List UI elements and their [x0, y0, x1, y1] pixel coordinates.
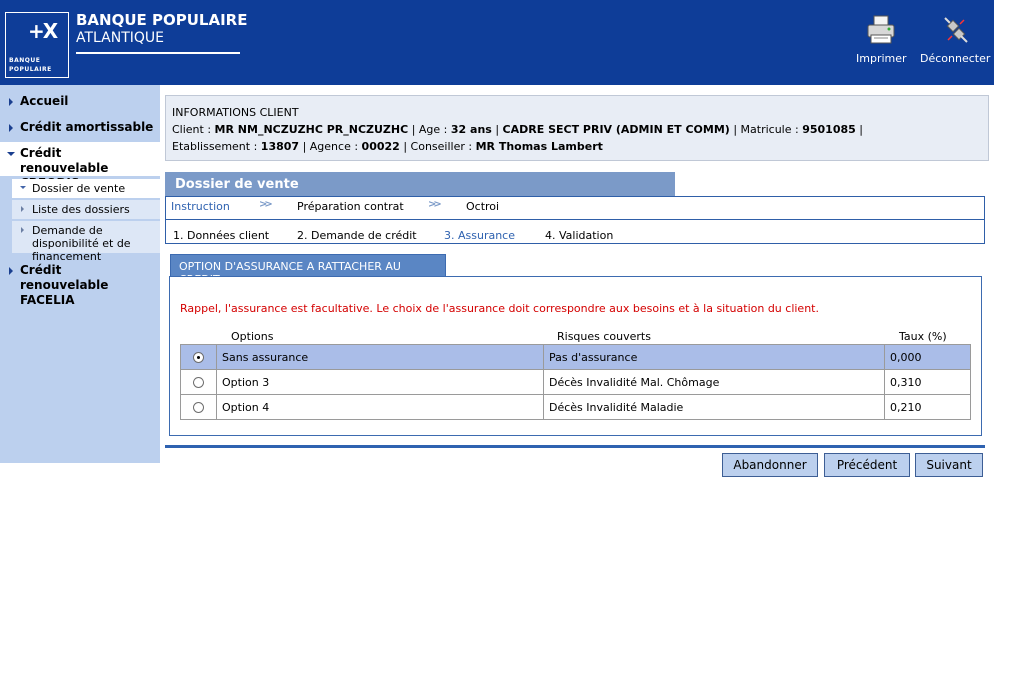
chevron-down-icon — [7, 152, 15, 156]
table-row[interactable]: Option 4 Décès Invalidité Maladie 0,210 — [180, 394, 971, 420]
chevron-right-icon — [9, 98, 13, 106]
client-info-line-identity: Client : MR NM_NCZUZHC PR_NCZUZHC | Age … — [172, 123, 863, 136]
rate-cell: 0,310 — [884, 369, 971, 395]
dossier-title: Dossier de vente — [175, 177, 299, 192]
client-matricule: 9501085 — [802, 123, 856, 136]
double-chevron-right-icon: >> — [259, 199, 273, 210]
sidebar-subitem-label: Dossier de vente — [32, 182, 126, 195]
disconnect-plug-icon — [944, 17, 968, 43]
radio-cell[interactable] — [180, 369, 217, 395]
logo-mark-icon: +X — [28, 19, 58, 43]
bank-name-underline — [76, 52, 240, 54]
client-info-title: INFORMATIONS CLIENT — [172, 106, 299, 119]
conseiller-value: MR Thomas Lambert — [475, 140, 603, 153]
banque-populaire-logo: +X BANQUE POPULAIRE — [5, 12, 69, 78]
steps-divider — [166, 219, 984, 220]
matricule-label: | Matricule : — [729, 123, 803, 136]
logout-button[interactable]: Déconnecter — [920, 14, 990, 65]
risks-cell: Décès Invalidité Mal. Chômage — [543, 369, 885, 395]
dossier-title-bar: Dossier de vente — [165, 172, 675, 196]
abandon-button[interactable]: Abandonner — [722, 453, 818, 477]
sidebar-item-label: Crédit amortissable — [20, 120, 154, 134]
agence-value: 00022 — [361, 140, 400, 153]
radio-cell[interactable] — [180, 344, 217, 370]
column-header-options: Options — [231, 330, 274, 343]
chevron-right-icon — [9, 267, 13, 275]
separator: | — [855, 123, 863, 136]
bottom-divider — [165, 445, 985, 448]
phase-preparation-contrat[interactable]: Préparation contrat — [297, 200, 404, 213]
logout-label: Déconnecter — [920, 52, 991, 65]
sidebar-subitem-label: Liste des dossiers — [32, 203, 130, 216]
client-info-panel: INFORMATIONS CLIENT Client : MR NM_NCZUZ… — [165, 95, 989, 161]
bank-name-line1: BANQUE POPULAIRE — [76, 11, 248, 29]
option-radio[interactable] — [193, 402, 204, 413]
client-label: Client : — [172, 123, 215, 136]
previous-button[interactable]: Précédent — [824, 453, 910, 477]
sidebar-subitem-liste-des-dossiers[interactable]: Liste des dossiers — [12, 200, 160, 219]
chevron-down-icon — [20, 186, 26, 189]
insurance-section-tab: OPTION D'ASSURANCE A RATTACHER AU CREDIT — [170, 254, 446, 286]
logo-text-top: BANQUE — [9, 57, 41, 64]
sidebar-item-credit-creodis[interactable]: Crédit renouvelable CREODIS — [0, 146, 160, 190]
sidebar-subitem-dossier-de-vente[interactable]: Dossier de vente — [12, 179, 160, 198]
client-info-line-agency: Etablissement : 13807 | Agence : 00022 |… — [172, 140, 603, 153]
sidebar-subitem-label: Demande de disponibilité et de financeme… — [32, 224, 131, 263]
printer-icon — [867, 15, 895, 44]
chevron-right-icon — [21, 227, 24, 233]
next-button[interactable]: Suivant — [915, 453, 983, 477]
option-radio[interactable] — [193, 377, 204, 388]
client-age: 32 ans — [450, 123, 492, 136]
conseiller-label: | Conseiller : — [399, 140, 476, 153]
sidebar-item-credit-amortissable[interactable]: Crédit amortissable — [0, 120, 160, 138]
rate-cell: 0,210 — [884, 394, 971, 420]
phase-instruction[interactable]: Instruction — [171, 200, 230, 213]
step-assurance[interactable]: 3. Assurance — [444, 229, 515, 242]
risks-cell: Pas d'assurance — [543, 344, 885, 370]
radio-cell[interactable] — [180, 394, 217, 420]
separator: | — [491, 123, 503, 136]
step-demande-credit[interactable]: 2. Demande de crédit — [297, 229, 417, 242]
step-validation[interactable]: 4. Validation — [545, 229, 613, 242]
option-cell: Option 4 — [216, 394, 544, 420]
print-button[interactable]: Imprimer — [856, 14, 907, 65]
sidebar-item-label: Accueil — [20, 94, 69, 108]
rate-cell: 0,000 — [884, 344, 971, 370]
sidebar-item-credit-facelia[interactable]: Crédit renouvelable FACELIA — [0, 263, 160, 307]
insurance-reminder: Rappel, l'assurance est facultative. Le … — [180, 302, 819, 315]
sidebar-subitem-demande-disponibilite[interactable]: Demande de disponibilité et de financeme… — [12, 221, 160, 263]
agence-label: | Agence : — [299, 140, 362, 153]
insurance-options-table: Sans assurance Pas d'assurance 0,000 Opt… — [180, 344, 971, 420]
client-profession: CADRE SECT PRIV (ADMIN ET COMM) — [502, 123, 730, 136]
column-header-risques: Risques couverts — [557, 330, 651, 343]
sidebar-item-label: Crédit renouvelable FACELIA — [20, 263, 109, 307]
step-donnees-client[interactable]: 1. Données client — [173, 229, 269, 242]
client-name: MR NM_NCZUZHC PR_NCZUZHC — [214, 123, 409, 136]
risks-cell: Décès Invalidité Maladie — [543, 394, 885, 420]
insurance-options-panel: Rappel, l'assurance est facultative. Le … — [169, 276, 982, 436]
table-row[interactable]: Option 3 Décès Invalidité Mal. Chômage 0… — [180, 369, 971, 395]
column-header-taux: Taux (%) — [899, 330, 947, 343]
double-chevron-right-icon: >> — [428, 199, 442, 210]
option-cell: Sans assurance — [216, 344, 544, 370]
phase-octroi[interactable]: Octroi — [466, 200, 499, 213]
chevron-right-icon — [9, 124, 13, 132]
etablissement-value: 13807 — [260, 140, 300, 153]
chevron-right-icon — [21, 206, 24, 212]
logo-text-bottom: POPULAIRE — [9, 66, 52, 73]
print-label: Imprimer — [856, 52, 907, 65]
sidebar-item-accueil[interactable]: Accueil — [0, 94, 160, 112]
table-row[interactable]: Sans assurance Pas d'assurance 0,000 — [180, 344, 971, 370]
age-label: | Age : — [408, 123, 451, 136]
bank-name-line2: ATLANTIQUE — [76, 30, 165, 46]
option-radio-selected[interactable] — [193, 352, 204, 363]
app-header: +X BANQUE POPULAIRE BANQUE POPULAIRE ATL… — [0, 0, 994, 85]
etablissement-label: Etablissement : — [172, 140, 261, 153]
option-cell: Option 3 — [216, 369, 544, 395]
workflow-steps: Instruction >> Préparation contrat >> Oc… — [165, 196, 985, 244]
